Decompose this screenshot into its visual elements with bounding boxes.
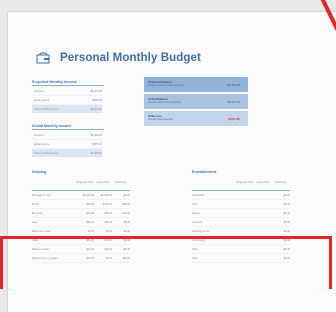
entertainment-title: Entertainment [192,170,217,174]
projected-income-table: Income 1 $4,000.00 Extra income $300.00 … [32,87,102,113]
projected-balance-card: Projected Balance (Projected income minu… [144,77,248,92]
table-header: Projected Cost Actual Cost Difference [192,175,290,191]
table-row: Income 1 $4,000.00 [32,131,102,140]
table-row: Electricity $44.00 $56.00 -$12.00 [32,209,130,218]
difference-card: Difference (Actual minus projected) ($13… [144,111,248,126]
total-row: Total monthly income $4,300.00 [32,149,102,157]
actual-income-title: Actual Monthly Income [32,124,72,128]
table-row: Gas $22.00 $28.00 -$6.00 [32,218,130,227]
projected-income-rule [32,85,104,86]
projected-income-title: Projected Monthly Income [32,80,77,84]
table-row: Mortgage or rent $1,000.00 $1,000.00 $0.00 [32,191,130,200]
annotation-highlight-box [0,236,332,289]
title-row: Personal Monthly Budget [36,52,201,64]
actual-income-rule [32,129,104,130]
balance-summary: Projected Balance (Projected income minu… [144,77,248,128]
table-row: Water and sewer $8.00 $8.00 $0.00 [32,227,130,236]
table-row: Movies $0.00 [192,209,290,218]
housing-title: Housing [32,170,47,174]
table-row: Concerts $0.00 [192,218,290,227]
total-row: Total monthly income $4,300.00 [32,105,102,113]
table-row: CDs $0.00 [192,200,290,209]
table-row: Phone $54.00 $100.00 -$46.00 [32,200,130,209]
table-row: Video/DVD $0.00 [192,191,290,200]
actual-balance-card: Actual Balance (Actual income minus expe… [144,94,248,109]
page-title: Personal Monthly Budget [60,52,201,64]
table-row: Income 1 $4,000.00 [32,87,102,96]
table-row: Extra income $300.00 [32,96,102,105]
table-row: Sporting events $0.00 [192,227,290,236]
actual-income-table: Income 1 $4,000.00 Extra income $300.00 … [32,131,102,157]
wallet-icon [36,52,50,64]
table-header: Projected Cost Actual Cost Difference [32,175,130,191]
table-row: Extra income $300.00 [32,140,102,149]
